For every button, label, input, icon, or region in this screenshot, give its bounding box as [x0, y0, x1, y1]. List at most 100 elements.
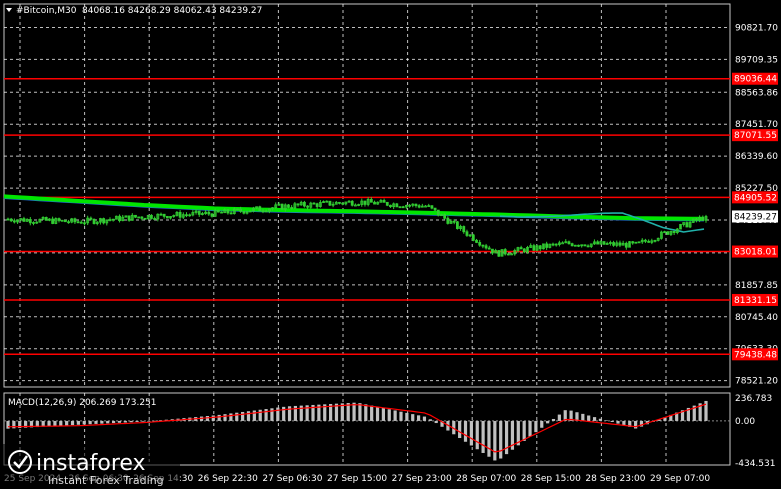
macd-bar — [241, 411, 245, 421]
level-label: 81331.15 — [734, 296, 777, 306]
macd-bar — [634, 420, 638, 429]
macd-bar — [65, 420, 69, 426]
candle-body — [624, 242, 628, 248]
macd-bar — [610, 420, 614, 423]
candle-body — [188, 214, 192, 217]
candle-body — [545, 243, 549, 248]
candle-body — [159, 213, 163, 216]
candle-body — [226, 209, 230, 214]
macd-bar — [469, 420, 473, 446]
candle-body — [465, 231, 469, 236]
macd-bar — [223, 414, 227, 421]
candle-body — [519, 247, 523, 250]
candle-body — [51, 218, 55, 224]
candle-body — [475, 239, 478, 243]
candle-body — [596, 241, 600, 245]
candle-body — [685, 222, 689, 228]
candle-body — [9, 218, 13, 222]
candle-body — [312, 202, 316, 205]
candle-body — [239, 208, 243, 212]
candle-body — [522, 248, 526, 253]
candle-body — [162, 213, 166, 217]
candle-body — [363, 200, 367, 205]
macd-bar — [598, 418, 603, 421]
ohlc-values: 84068.16 84268.29 84062.43 84239.27 — [82, 6, 262, 16]
candle-body — [385, 201, 389, 206]
watermark-tagline: Instant Forex Trading — [48, 474, 164, 487]
macd-bar — [540, 420, 544, 428]
candle-body — [484, 245, 488, 249]
candle-body — [134, 214, 137, 218]
candle-body — [586, 245, 590, 248]
candle-body — [210, 213, 214, 217]
candle-body — [631, 241, 635, 244]
candle-body — [647, 240, 651, 243]
macd-bar — [82, 420, 86, 425]
candle-body — [538, 245, 542, 250]
candle-body — [280, 203, 284, 210]
price-tick-label: 87451.70 — [735, 120, 778, 130]
price-tick-label: 80745.40 — [735, 313, 778, 323]
macd-bar — [581, 413, 585, 421]
candle-body — [583, 244, 587, 247]
candle-body — [150, 214, 153, 219]
price-tick-label: 88563.86 — [735, 88, 778, 98]
candle-body — [487, 247, 491, 250]
macd-bar — [557, 414, 561, 421]
candle-body — [701, 217, 705, 221]
macd-tick-label: 236.783 — [735, 394, 772, 404]
candle-body — [618, 242, 622, 246]
time-tick-label: 29 Sep 07:00 — [650, 474, 710, 484]
candle-body — [127, 215, 131, 221]
macd-bar — [481, 420, 485, 453]
macd-bar — [258, 409, 262, 421]
candle-body — [44, 217, 48, 221]
chart-canvas: 90821.70 89709.35 88563.86 87451.70 86339.60… — [0, 3, 778, 489]
ma-fast-line — [3, 194, 704, 221]
candle-body — [63, 219, 67, 223]
candle-body — [258, 206, 262, 212]
macd-bar — [428, 419, 432, 421]
candle-body — [672, 230, 676, 233]
candle-body — [373, 201, 376, 205]
candle-body — [143, 217, 147, 220]
price-tick-label: 78521.20 — [735, 377, 778, 387]
candle-body — [303, 201, 306, 207]
time-tick-label: 27 Sep 23:00 — [392, 474, 452, 484]
symbol-title: #Bitcoin,M30 — [16, 6, 77, 16]
price-tick-label: 89709.35 — [735, 55, 778, 65]
macd-bar — [129, 420, 133, 423]
macd-bar — [499, 420, 503, 459]
candle-body — [28, 219, 32, 224]
candle-body — [478, 242, 482, 246]
candle-body — [229, 212, 233, 215]
candle-body — [510, 253, 513, 256]
macd-bar — [587, 415, 591, 421]
candle-body — [207, 211, 211, 215]
candle-body — [430, 205, 434, 209]
level-label: 83018.01 — [734, 248, 777, 258]
candle-body — [481, 244, 485, 247]
candle-body — [296, 203, 300, 206]
candle-body — [216, 209, 220, 213]
time-tick-label: 27 Sep 15:00 — [327, 474, 387, 484]
candle-body — [666, 231, 670, 235]
candle-body — [140, 216, 144, 219]
macd-bar — [370, 405, 374, 421]
macd-bar — [534, 420, 538, 433]
candle-body — [341, 202, 345, 205]
macd-bar — [53, 420, 57, 427]
macd-bar — [352, 402, 356, 421]
macd-bar — [70, 420, 75, 426]
macd-bar — [604, 420, 608, 421]
macd-bar — [493, 420, 497, 461]
candle-body — [67, 221, 70, 224]
candle-body — [102, 218, 106, 224]
time-tick-label: 28 Sep 07:00 — [456, 474, 516, 484]
candle-body — [455, 221, 459, 229]
level-label: 84905.52 — [734, 193, 777, 203]
time-tick-label: 28 Sep 15:00 — [521, 474, 581, 484]
candle-body — [6, 218, 10, 221]
candle-body — [153, 218, 157, 220]
candle-body — [290, 207, 294, 209]
